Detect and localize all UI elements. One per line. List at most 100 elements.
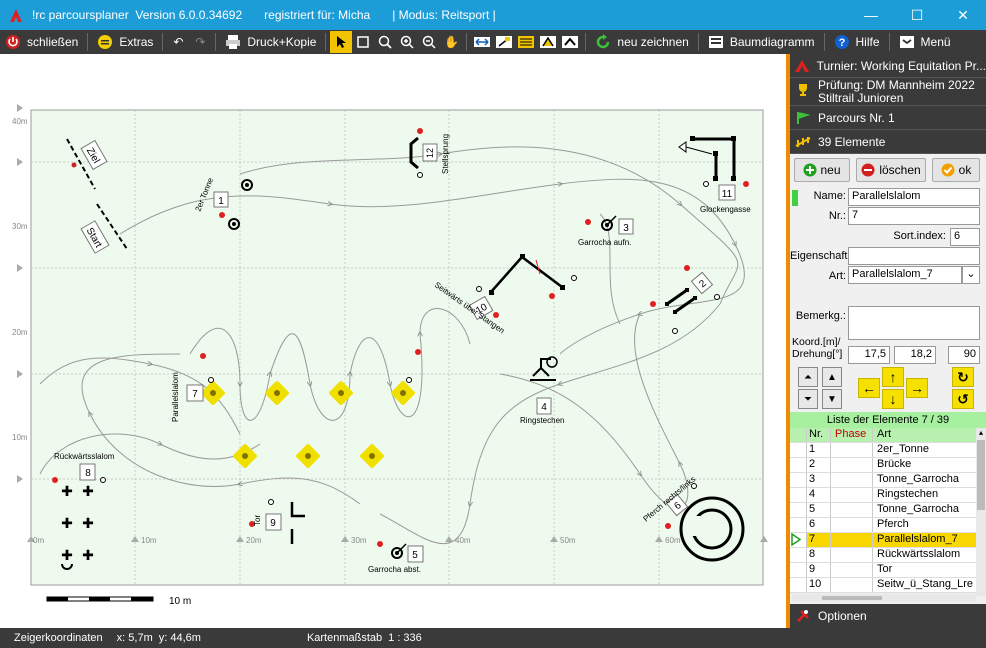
undo-icon[interactable]: ↶ xyxy=(167,31,189,53)
svg-text:✚: ✚ xyxy=(82,516,94,532)
close-window-button[interactable]: ✕ xyxy=(940,0,986,30)
tree-diagram-icon xyxy=(708,34,724,50)
zoom-fit-icon[interactable] xyxy=(352,31,374,53)
close-button[interactable]: schließen xyxy=(0,31,83,53)
list-item-phase xyxy=(830,488,872,502)
redraw-label: neu zeichnen xyxy=(617,35,689,49)
plus-icon xyxy=(803,163,817,177)
nr-field[interactable]: 7 xyxy=(848,207,980,225)
list-item[interactable]: 2 Brücke xyxy=(790,458,976,473)
column-header[interactable]: Art xyxy=(872,428,976,442)
list-item-type: 2er_Tonne xyxy=(872,443,976,457)
row-marker xyxy=(790,563,806,577)
element-list-scrollbar[interactable]: ▴ xyxy=(976,428,986,596)
element-list[interactable]: Nr. Phase Art 1 2er_Tonne 2 Brücke 3 Tonne_Ga… xyxy=(790,428,976,593)
list-item[interactable]: 8 Rückwärtsslalom xyxy=(790,548,976,563)
tournament-row[interactable]: Turnier: Working Equitation Pr... xyxy=(790,54,986,78)
list-item[interactable]: 7 Parallelslalom_7 xyxy=(790,532,976,548)
zoom-out-icon[interactable] xyxy=(418,31,440,53)
exam-label: Prüfung: DM Mannheim 2022 Stiltrail Junio… xyxy=(818,78,975,105)
remark-field[interactable] xyxy=(848,306,980,340)
svg-text:✚: ✚ xyxy=(61,548,73,564)
move-up-icon[interactable]: ▲ xyxy=(822,367,842,387)
nudge-up-icon[interactable]: ↑ xyxy=(882,367,904,387)
ok-button[interactable]: ok xyxy=(932,158,980,182)
help-label: Hilfe xyxy=(855,35,880,49)
print-label: Druck+Kopie xyxy=(247,35,317,49)
window-title-mode: | Modus: Reitsport | xyxy=(392,8,496,22)
view-layers-icon[interactable] xyxy=(537,31,559,53)
x-tick-label: 20m xyxy=(246,536,262,545)
elements-row[interactable]: 39 Elemente xyxy=(790,130,986,154)
new-element-button[interactable]: neu xyxy=(794,158,850,182)
parcours-canvas[interactable]: 40m 30m 20m 10m 0m 10m 20m 30m 40m 50m 6… xyxy=(0,54,786,628)
chevron-down-icon[interactable]: ⌄ xyxy=(962,266,980,284)
exam-row[interactable]: Prüfung: DM Mannheim 2022 Stiltrail Junio… xyxy=(790,78,986,106)
menu-button[interactable]: Menü xyxy=(894,31,956,53)
coord-y-field[interactable]: 18,2 xyxy=(894,346,936,364)
delete-element-button[interactable]: löschen xyxy=(856,158,926,182)
toolbar-divider xyxy=(888,33,890,51)
hand-pan-icon[interactable]: ✋ xyxy=(440,31,462,53)
move-to-top-icon[interactable]: ⏶ xyxy=(798,367,818,387)
nudge-right-icon[interactable]: → xyxy=(906,378,928,398)
type-select[interactable]: Parallelslalom_7 xyxy=(848,266,962,284)
list-item[interactable]: 1 2er_Tonne xyxy=(790,443,976,458)
properties-panel: Turnier: Working Equitation Pr... Prüfun… xyxy=(790,54,986,628)
obstacle-label: Garrocha abst. xyxy=(368,565,421,574)
help-button[interactable]: ? Hilfe xyxy=(829,31,885,53)
rotate-clockwise-icon[interactable]: ↻ xyxy=(952,367,974,387)
rotate-counterclockwise-icon[interactable]: ↺ xyxy=(952,389,974,409)
pointer-tool-icon[interactable] xyxy=(330,31,353,53)
list-item[interactable]: 10 Seitw_ü_Stang_Lre xyxy=(790,578,976,593)
extras-button[interactable]: Extras xyxy=(92,31,158,53)
list-item[interactable]: 4 Ringstechen xyxy=(790,488,976,503)
move-to-bottom-icon[interactable]: ⏷ xyxy=(798,389,818,409)
list-item[interactable]: 9 Tor xyxy=(790,563,976,578)
tree-diagram-button[interactable]: Baumdiagramm xyxy=(703,31,820,53)
coord-x-field[interactable]: 17,5 xyxy=(848,346,890,364)
options-button[interactable]: Optionen xyxy=(790,604,986,628)
scrollbar-thumb[interactable] xyxy=(977,440,985,510)
list-item[interactable]: 6 Pferch xyxy=(790,518,976,533)
list-item-nr: 4 xyxy=(806,488,830,502)
maximize-button[interactable]: ☐ xyxy=(894,0,940,30)
list-item[interactable]: 5 Tonne_Garrocha xyxy=(790,503,976,518)
redraw-button[interactable]: neu zeichnen xyxy=(590,31,693,53)
move-down-icon[interactable]: ▼ xyxy=(822,389,842,409)
view-width-icon[interactable] xyxy=(471,31,493,53)
svg-text:10 m: 10 m xyxy=(169,596,191,607)
row-marker xyxy=(790,578,806,592)
view-objects-icon[interactable] xyxy=(559,31,581,53)
list-item[interactable]: 3 Tonne_Garrocha xyxy=(790,473,976,488)
parcours-row[interactable]: Parcours Nr. 1 xyxy=(790,106,986,130)
element-list-title: Liste der Elemente 7 / 39 xyxy=(790,412,986,428)
view-grid-icon[interactable] xyxy=(515,31,537,53)
tree-label: Baumdiagramm xyxy=(729,35,815,49)
column-header[interactable]: Phase xyxy=(830,428,872,442)
minimize-button[interactable]: — xyxy=(848,0,894,30)
zoom-in-icon[interactable] xyxy=(396,31,418,53)
parcours-flag-icon xyxy=(794,110,812,126)
sortindex-field[interactable]: 6 xyxy=(950,228,980,246)
name-field[interactable]: Parallelslalom xyxy=(848,188,980,206)
nudge-left-icon[interactable]: ← xyxy=(858,378,880,398)
list-item-nr: 3 xyxy=(806,473,830,487)
view-diagonal-icon[interactable] xyxy=(493,31,515,53)
print-copy-button[interactable]: Druck+Kopie xyxy=(220,31,321,53)
extras-icon xyxy=(97,34,113,50)
nudge-down-icon[interactable]: ↓ xyxy=(882,389,904,409)
arena-drawing[interactable]: 40m 30m 20m 10m 0m 10m 20m 30m 40m 50m 6… xyxy=(0,54,786,628)
rotation-field[interactable]: 90 xyxy=(948,346,980,364)
remark-label: Bemerkg.: xyxy=(795,310,846,322)
column-header[interactable]: Nr. xyxy=(806,428,830,442)
redo-icon[interactable]: ↷ xyxy=(189,31,211,53)
svg-text:✚: ✚ xyxy=(82,484,94,500)
coord-label: Koord.[m]/ xyxy=(792,336,841,348)
svg-text:?: ? xyxy=(838,37,845,49)
y-tick-label: 10m xyxy=(12,433,28,442)
zoom-icon[interactable] xyxy=(374,31,396,53)
horizontal-scrollbar[interactable] xyxy=(792,594,976,602)
toolbar-divider xyxy=(466,33,468,51)
property-field[interactable] xyxy=(848,247,980,265)
